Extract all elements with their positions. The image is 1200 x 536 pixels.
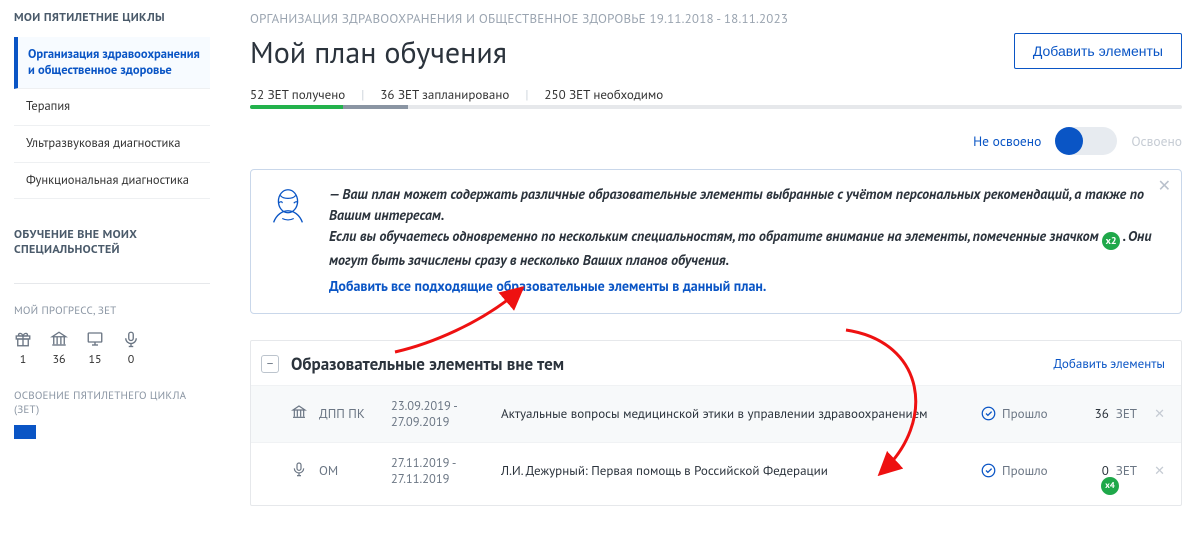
page-title: Мой план обучения (250, 33, 507, 72)
zet-done: 52 ЗЕТ получено (250, 86, 345, 103)
progress-bank: 36 (50, 330, 68, 367)
mic-icon (291, 461, 319, 481)
info-add-all-link[interactable]: Добавить все подходящие образовательные … (329, 277, 766, 295)
breadcrumb: ОРГАНИЗАЦИЯ ЗДРАВООХРАНЕНИЯ И ОБЩЕСТВЕНН… (250, 10, 1182, 27)
check-circle-icon (981, 463, 996, 478)
sidebar-cycle-progress-title: ОСВОЕНИЕ ПЯТИЛЕТНЕГО ЦИКЛА (ЗЕТ) (14, 389, 210, 417)
row-status: Прошло (981, 462, 1067, 479)
row-title: Л.И. Дежурный: Первая помощь в Российско… (501, 462, 981, 480)
monitor-icon (86, 330, 104, 348)
table-row[interactable]: ДПП ПК 23.09.2019 - 27.09.2019 Актуальны… (251, 385, 1181, 442)
mic-icon (122, 330, 140, 348)
sidebar-cycles-title: МОИ ПЯТИЛЕТНИЕ ЦИКЛЫ (14, 10, 210, 25)
sidebar-item-ultrasound[interactable]: Ультразвуковая диагностика (14, 126, 210, 163)
zet-required: 250 ЗЕТ необходимо (544, 86, 663, 103)
bank-icon (50, 330, 68, 348)
progress-icons: 1 36 15 0 (14, 330, 210, 367)
table-row[interactable]: ОМ 27.11.2019 - 27.11.2019 Л.И. Дежурный… (251, 442, 1181, 499)
row-type: ДПП ПК (319, 405, 391, 422)
cycle-progress-bar (14, 425, 36, 439)
progress-gift: 1 (14, 330, 32, 367)
sidebar: МОИ ПЯТИЛЕТНИЕ ЦИКЛЫ Организация здравоо… (0, 0, 210, 536)
sidebar-item-therapy[interactable]: Терапия (14, 89, 210, 126)
x2-badge: x2 (1102, 232, 1120, 250)
row-zet: 36 ЗЕТ (1067, 405, 1137, 422)
zet-stats-row: 52 ЗЕТ получено | 36 ЗЕТ запланировано |… (250, 86, 1182, 103)
elements-outside-topics-section: − Образовательные элементы вне тем Добав… (250, 340, 1182, 506)
sidebar-progress-title: МОЙ ПРОГРЕСС, ЗЕТ (14, 304, 210, 318)
toggle-label-left: Не освоено (973, 132, 1041, 150)
info-card: ✕ — Ваш план может содержать различные о… (250, 169, 1182, 314)
add-elements-button[interactable]: Добавить элементы (1014, 33, 1182, 69)
bank-icon (291, 404, 319, 424)
info-avatar-icon (265, 184, 311, 230)
section-title: Образовательные элементы вне тем (291, 353, 1054, 375)
sidebar-item-label: Организация здравоохранения и общественн… (28, 46, 200, 78)
sidebar-outside-title: ОБУЧЕНИЕ ВНЕ МОИХ СПЕЦИАЛЬНОСТЕЙ (14, 227, 210, 257)
sidebar-item-label: Терапия (26, 98, 70, 114)
row-remove-icon[interactable]: ✕ (1137, 405, 1165, 422)
mastered-toggle[interactable] (1055, 127, 1117, 155)
check-circle-icon (981, 406, 996, 421)
progress-mic: 0 (122, 330, 140, 367)
info-text-1: — Ваш план может содержать различные обр… (329, 184, 1163, 226)
row-status: Прошло (981, 405, 1067, 422)
sidebar-item-label: Функциональная диагностика (26, 172, 189, 188)
zet-planned: 36 ЗЕТ запланировано (380, 86, 509, 103)
sidebar-item-functional[interactable]: Функциональная диагностика (14, 163, 210, 200)
progress-monitor: 15 (86, 330, 104, 367)
collapse-toggle[interactable]: − (261, 355, 279, 373)
close-icon[interactable]: ✕ (1158, 176, 1171, 196)
sidebar-item-org-health[interactable]: Организация здравоохранения и общественн… (14, 37, 210, 89)
sidebar-item-label: Ультразвуковая диагностика (26, 135, 180, 151)
progress-bar (250, 105, 1182, 109)
row-date: 23.09.2019 - 27.09.2019 (391, 398, 501, 430)
toggle-label-right: Освоено (1131, 132, 1182, 150)
section-add-link[interactable]: Добавить элементы (1054, 355, 1165, 372)
row-date: 27.11.2019 - 27.11.2019 (391, 455, 501, 487)
row-title: Актуальные вопросы медицинской этики в у… (501, 405, 981, 423)
info-text-2a: Если вы обучаетесь одновременно по неско… (329, 227, 1102, 245)
x4-badge: x4 (1101, 477, 1119, 495)
row-zet: 0 ЗЕТ (1067, 462, 1137, 479)
gift-icon (14, 330, 32, 348)
main: ОРГАНИЗАЦИЯ ЗДРАВООХРАНЕНИЯ И ОБЩЕСТВЕНН… (210, 0, 1200, 536)
row-remove-icon[interactable]: ✕ (1137, 462, 1165, 479)
row-type: ОМ (319, 462, 391, 479)
